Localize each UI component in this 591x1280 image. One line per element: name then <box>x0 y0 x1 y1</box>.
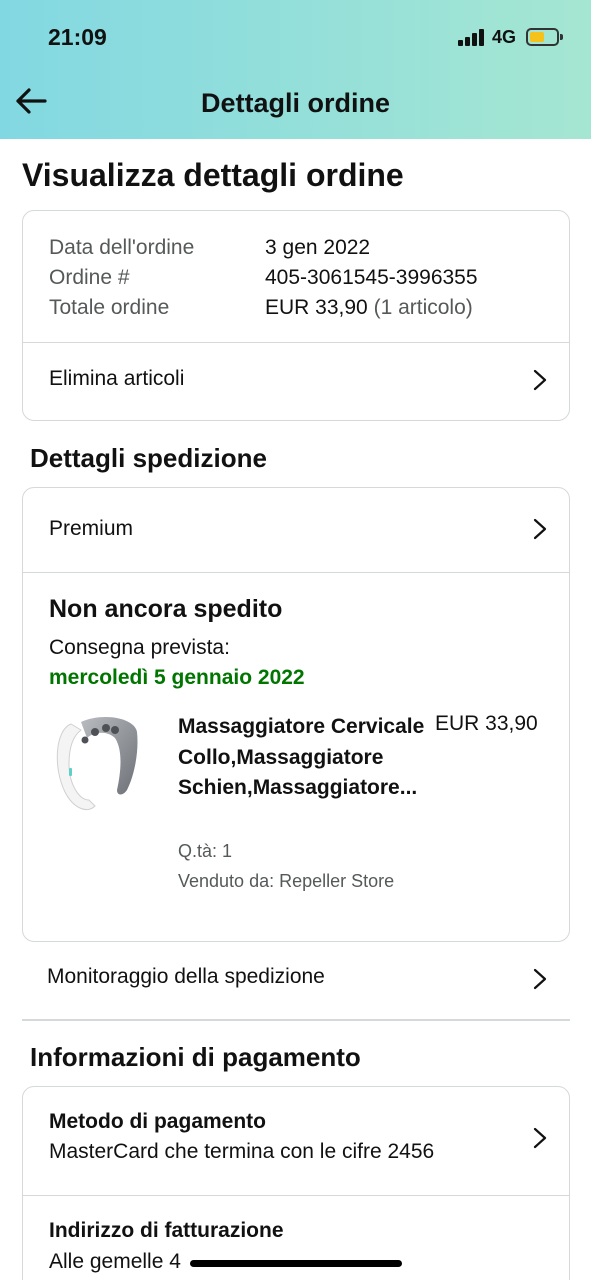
status-time: 21:09 <box>48 24 107 50</box>
product-name[interactable]: Massaggiatore Cervicale Collo,Massaggiat… <box>178 712 438 804</box>
order-number-value: 405-3061545-3996355 <box>265 266 478 289</box>
tracking-row[interactable]: Monitoraggio della spedizione <box>22 944 570 1018</box>
product-quantity: Q.tà: 1 <box>178 841 233 861</box>
shipping-section-title: Dettagli spedizione <box>30 443 267 473</box>
payment-method-value: MasterCard che termina con le cifre 2456 <box>49 1140 435 1163</box>
divider <box>23 572 569 573</box>
battery-icon <box>526 28 559 46</box>
order-total-items: (1 articolo) <box>373 296 473 319</box>
order-date-label: Data dell'ordine <box>49 236 195 259</box>
product-price: EUR 33,90 <box>435 712 538 735</box>
billing-address-value: Alle gemelle 4 <box>49 1250 181 1273</box>
order-summary-card: Data dell'ordine 3 gen 2022 Ordine # 405… <box>22 210 570 421</box>
home-indicator <box>190 1260 402 1267</box>
nav-title: Dettagli ordine <box>200 88 390 118</box>
chevron-right-icon <box>533 968 547 990</box>
payment-section-title: Informazioni di pagamento <box>30 1042 361 1072</box>
order-total-value: EUR 33,90 <box>265 296 368 319</box>
payment-card: Metodo di pagamento MasterCard che termi… <box>22 1086 570 1280</box>
chevron-right-icon <box>533 369 547 391</box>
order-summary: Data dell'ordine 3 gen 2022 Ordine # 405… <box>49 233 478 323</box>
order-number-label: Ordine # <box>49 266 130 289</box>
battery-tip <box>560 34 563 40</box>
chevron-right-icon <box>533 518 547 540</box>
divider <box>23 1195 569 1196</box>
shipping-method-row[interactable]: Premium <box>23 488 569 572</box>
order-total-label: Totale ordine <box>49 296 170 319</box>
delivery-date: mercoledì 5 gennaio 2022 <box>49 666 305 689</box>
payment-method-row[interactable]: Metodo di pagamento MasterCard che termi… <box>23 1087 569 1195</box>
app-header: 21:09 4G Dettagli ordine <box>0 0 591 139</box>
signal-icon <box>458 29 486 46</box>
payment-method-title: Metodo di pagamento <box>49 1110 266 1133</box>
order-date-value: 3 gen 2022 <box>265 236 371 259</box>
product-image[interactable] <box>51 710 143 820</box>
billing-address-title: Indirizzo di fatturazione <box>49 1219 284 1242</box>
product-seller: Venduto da: Repeller Store <box>178 871 395 891</box>
chevron-right-icon <box>533 1127 547 1149</box>
shipping-method-label: Premium <box>49 517 134 540</box>
tracking-label: Monitoraggio della spedizione <box>47 965 325 988</box>
delete-items-label: Elimina articoli <box>49 367 185 390</box>
network-type: 4G <box>492 27 517 47</box>
page-title: Visualizza dettagli ordine <box>22 157 404 193</box>
delivery-label: Consegna prevista: <box>49 636 230 659</box>
delete-items-row[interactable]: Elimina articoli <box>23 343 569 421</box>
shipment-status: Non ancora spedito <box>49 595 283 623</box>
shipping-card: Premium Non ancora spedito Consegna prev… <box>22 487 570 942</box>
divider <box>22 1019 570 1021</box>
